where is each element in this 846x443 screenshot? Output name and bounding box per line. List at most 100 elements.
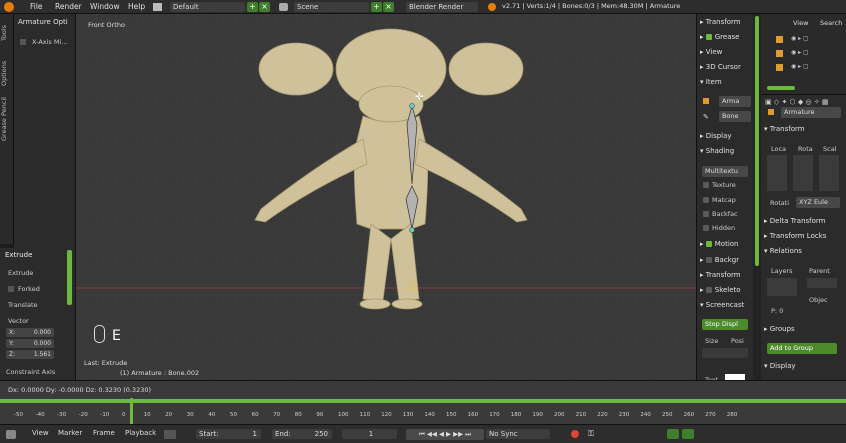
render-engine-select[interactable]: Blender Render [406, 2, 478, 12]
parent-label: Parent [809, 267, 830, 275]
transform-orientations-panel-header[interactable]: ▸ Transform [697, 269, 754, 281]
textured-solid-option[interactable]: Texture [703, 181, 736, 189]
frame-range-bar[interactable] [0, 399, 846, 403]
outliner-visibility-icon[interactable]: ◉ ▸ ▢ [791, 63, 809, 70]
item-panel-header[interactable]: ▾ Item [697, 76, 754, 88]
stop-display-button[interactable]: Stop Displ [702, 319, 748, 330]
current-frame-field[interactable]: 1 [342, 429, 397, 439]
size-field[interactable] [702, 348, 748, 358]
3d-viewport[interactable]: Front Ortho ✛ E Last: Extrude (1) Armatu… [76, 14, 696, 380]
frame-tick-label: 160 [467, 412, 479, 418]
grease-pencil-panel-header[interactable]: ▸ Greasе [697, 31, 754, 43]
menu-render[interactable]: Render [55, 2, 82, 11]
rotation-mode-select[interactable]: XYZ Eule [796, 197, 840, 208]
outliner-item-icon[interactable] [776, 50, 783, 57]
properties-scrollbar[interactable] [753, 14, 761, 380]
relations-header[interactable]: ▾ Relations [761, 245, 846, 257]
use-preview-range-icon[interactable] [164, 430, 176, 439]
start-frame-field[interactable]: Start: 1 [196, 429, 261, 439]
vector-x-field[interactable]: X: 0.000 [6, 328, 54, 337]
transform-locks-header[interactable]: ▸ Transform Locks [761, 230, 846, 242]
keyframe-button[interactable] [667, 429, 679, 439]
menu-help[interactable]: Help [128, 2, 145, 11]
layers-grid[interactable] [767, 278, 797, 296]
record-icon[interactable] [571, 430, 579, 438]
add-to-group-button[interactable]: Add to Group [767, 343, 837, 354]
panel-scrollbar[interactable] [67, 250, 72, 305]
scene-field[interactable]: Scene [294, 2, 369, 12]
shading-panel-header[interactable]: ▾ Shading [697, 145, 754, 157]
outliner-visibility-icon[interactable]: ◉ ▸ ▢ [791, 35, 809, 42]
playback-controls[interactable]: ⏮ ◀◀ ◀ ▶ ▶▶ ⏭ [406, 429, 484, 440]
menu-window[interactable]: Window [90, 2, 120, 11]
end-frame-field[interactable]: End: 250 [272, 429, 332, 439]
add-screen-button[interactable]: + [247, 2, 258, 12]
screen-layout-field[interactable]: Default [170, 2, 245, 12]
pass-index-field[interactable]: P: 0 [771, 307, 783, 315]
vector-y-field[interactable]: Y: 0.000 [6, 339, 54, 348]
tab-tools[interactable]: Tools [0, 18, 14, 48]
parent-type-select[interactable]: Objec [809, 296, 828, 304]
delta-transform-header[interactable]: ▸ Delta Transform [761, 215, 846, 227]
timeline-marker-menu[interactable]: Marker [58, 429, 82, 437]
backface-culling-option[interactable]: Backfac [703, 210, 738, 218]
tab-grease-pencil[interactable]: Grease Pencil [0, 94, 14, 144]
outliner-scrollbar[interactable] [767, 86, 795, 90]
object-name-field[interactable]: Armature [781, 107, 841, 118]
keyframe-button[interactable] [682, 429, 694, 439]
background-images-panel-header[interactable]: ▸ Backgr [697, 254, 754, 266]
motion-tracking-panel-header[interactable]: ▸ Motion [697, 238, 754, 250]
groups-header[interactable]: ▸ Groups [761, 323, 846, 335]
frame-tick-label: 100 [338, 412, 349, 418]
transform-panel-header[interactable]: ▸ Transform [697, 16, 754, 28]
display-panel-header[interactable]: ▸ Display [697, 130, 754, 142]
context-tabs[interactable]: ▣ ◇ ✦ ⬡ ◆ ◎ ✧ ▦ [765, 98, 829, 106]
extrude-panel-header[interactable]: Extrude [5, 251, 32, 259]
scrollbar-thumb[interactable] [755, 16, 759, 266]
transform-section-header[interactable]: ▾ Transform [761, 123, 846, 135]
shading-mode-select[interactable]: Multitextu [702, 166, 748, 177]
current-frame-indicator[interactable] [130, 398, 133, 424]
timeline-view-menu[interactable]: View [32, 429, 49, 437]
matcap-option[interactable]: Matcap [703, 196, 736, 204]
timeline-frame-menu[interactable]: Frame [93, 429, 115, 437]
blender-logo-icon[interactable] [4, 2, 14, 12]
location-fields[interactable] [767, 155, 787, 191]
view-panel-header[interactable]: ▸ View [697, 46, 754, 58]
timeline[interactable]: Dx: 0.0000 Dy: -0.0000 Dz: 0.3230 (0.323… [0, 380, 846, 424]
add-scene-button[interactable]: + [371, 2, 382, 12]
scale-fields[interactable] [819, 155, 839, 191]
screen-layout-icon[interactable] [153, 3, 162, 11]
outliner-search-menu[interactable]: Search [820, 19, 842, 27]
rotation-fields[interactable] [793, 155, 813, 191]
skeleton-sketching-panel-header[interactable]: ▸ Skeleto [697, 284, 754, 296]
armature-options-header[interactable]: Armature Opti [18, 18, 68, 26]
parent-field[interactable] [807, 278, 837, 288]
keying-icon[interactable]: ⚿ [588, 429, 594, 439]
3d-cursor-crosshair-icon[interactable]: ✛ [415, 92, 423, 103]
sync-mode-select[interactable]: No Sync [486, 429, 550, 439]
3d-cursor-panel-header[interactable]: ▸ 3D Cursor [697, 61, 754, 73]
editor-type-icon[interactable] [6, 430, 16, 439]
armature-bones[interactable] [392, 94, 432, 294]
screencast-keys-panel-header[interactable]: ▾ Screencast [697, 299, 754, 311]
remove-scene-button[interactable]: × [383, 2, 394, 12]
outliner-visibility-icon[interactable]: ◉ ▸ ▢ [791, 49, 809, 56]
remove-screen-button[interactable]: × [259, 2, 270, 12]
armature-icon [768, 109, 774, 115]
outliner-item-icon[interactable] [776, 64, 783, 71]
x-axis-mirror-checkbox[interactable] [20, 39, 26, 45]
x-axis-mirror-label: X-Axis Mi... [32, 38, 68, 46]
outliner-item-icon[interactable] [776, 36, 783, 43]
vector-z-field[interactable]: Z: 1.561 [6, 350, 54, 359]
transform-delta-readout: Dx: 0.0000 Dy: -0.0000 Dz: 0.3230 (0.323… [8, 386, 152, 394]
menu-file[interactable]: File [30, 2, 43, 11]
tab-options[interactable]: Options [0, 56, 14, 90]
item-name-field[interactable]: Arma [719, 96, 751, 107]
display-section-header[interactable]: ▾ Display [761, 360, 846, 372]
timeline-playback-menu[interactable]: Playback [125, 429, 156, 437]
forked-checkbox[interactable] [8, 286, 14, 292]
bone-name-field[interactable]: Bone [719, 111, 751, 122]
hidden-wire-option[interactable]: Hidden [703, 224, 735, 232]
outliner-view-menu[interactable]: View [793, 19, 808, 27]
